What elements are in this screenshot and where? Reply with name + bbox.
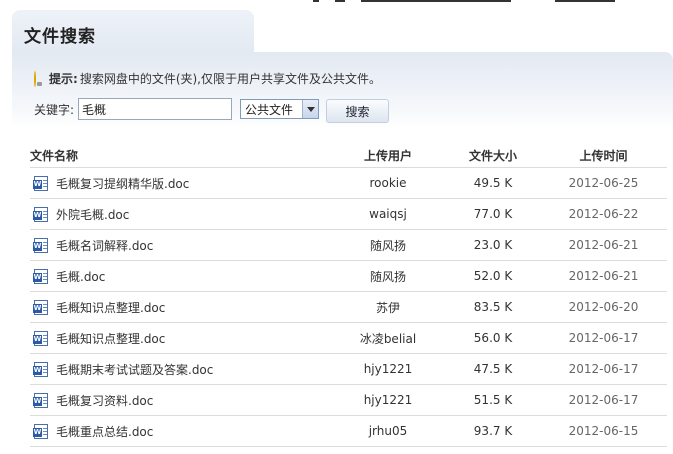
file-name-link[interactable]: 毛概知识点整理.doc: [56, 299, 165, 316]
word-doc-icon: W: [33, 392, 48, 408]
scope-select-value: 公共文件: [245, 102, 294, 117]
table-row[interactable]: W 毛概知识点整理.doc 苏伊 83.5 K 2012-06-20: [30, 292, 667, 323]
header-file-name[interactable]: 文件名称: [30, 147, 330, 164]
file-name-link[interactable]: 毛概名词解释.doc: [56, 237, 153, 254]
file-name-cell: W 毛概名词解释.doc: [30, 237, 330, 254]
upload-time-cell: 2012-06-17: [568, 393, 639, 407]
file-name-link[interactable]: 毛概.doc: [56, 268, 105, 285]
scope-select[interactable]: 公共文件: [240, 99, 320, 119]
word-doc-icon: W: [33, 299, 48, 315]
upload-time-cell: 2012-06-17: [568, 331, 639, 345]
upload-time-cell: 2012-06-17: [568, 362, 639, 376]
upload-time-cell: 2012-06-15: [568, 424, 639, 438]
tip-text: 搜索网盘中的文件(夹),仅限于用户共享文件及公共文件。: [79, 72, 381, 86]
clipped-text-fragment: [555, 0, 615, 2]
upload-time-cell: 2012-06-21: [568, 269, 639, 283]
file-name-link[interactable]: 外院毛概.doc: [56, 206, 129, 223]
table-row[interactable]: W 毛概知识点整理.doc 冰凌belial 56.0 K 2012-06-17: [30, 323, 667, 354]
search-form: 关键字: 公共文件 搜索: [34, 95, 390, 123]
file-name-cell: W 毛概知识点整理.doc: [30, 299, 330, 316]
file-size-cell: 83.5 K: [473, 300, 513, 314]
word-doc-icon: W: [33, 237, 48, 253]
uploader-cell: waiqsj: [369, 207, 407, 221]
file-name-link[interactable]: 毛概期末考试试题及答案.doc: [56, 361, 213, 378]
page-title: 文件搜索: [24, 27, 96, 47]
file-size-cell: 51.5 K: [473, 393, 513, 407]
file-size-cell: 93.7 K: [473, 424, 513, 438]
file-name-cell: W 毛概复习提纲精华版.doc: [30, 175, 330, 192]
keyword-label: 关键字:: [34, 102, 75, 117]
clipped-text-fragment: [313, 0, 319, 2]
lightbulb-icon: [34, 70, 45, 87]
uploader-cell: hjy1221: [363, 362, 413, 376]
file-name-cell: W 毛概知识点整理.doc: [30, 330, 330, 347]
word-doc-icon: W: [33, 423, 48, 439]
table-row[interactable]: W 毛概.doc 随风扬 52.0 K 2012-06-21: [30, 261, 667, 292]
upload-time-cell: 2012-06-21: [568, 238, 639, 252]
file-size-cell: 23.0 K: [473, 238, 513, 252]
chevron-down-icon[interactable]: [302, 100, 319, 118]
clipped-top-bar: [313, 0, 673, 3]
table-row[interactable]: W 毛概重点总结.doc jrhu05 93.7 K 2012-06-15: [30, 416, 667, 447]
table-row[interactable]: W 毛概复习资料.doc hjy1221 51.5 K 2012-06-17: [30, 385, 667, 416]
file-size-cell: 77.0 K: [473, 207, 513, 221]
search-button[interactable]: 搜索: [326, 99, 390, 123]
table-body: W 毛概复习提纲精华版.doc rookie 49.5 K 2012-06-25 W 外院毛…: [30, 168, 667, 447]
file-name-cell: W 毛概重点总结.doc: [30, 423, 330, 440]
header-uploader[interactable]: 上传用户: [330, 147, 446, 164]
upload-time-cell: 2012-06-20: [568, 300, 639, 314]
uploader-cell: hjy1221: [363, 393, 413, 407]
upload-time-cell: 2012-06-25: [568, 176, 639, 190]
uploader-cell: 随风扬: [369, 238, 406, 253]
word-doc-icon: W: [33, 206, 48, 222]
word-doc-icon: W: [33, 175, 48, 191]
header-file-size[interactable]: 文件大小: [446, 147, 540, 164]
clipped-text-fragment: [361, 0, 511, 2]
file-name-cell: W 外院毛概.doc: [30, 206, 330, 223]
word-doc-icon: W: [33, 268, 48, 284]
table-row[interactable]: W 毛概复习提纲精华版.doc rookie 49.5 K 2012-06-25: [30, 168, 667, 199]
uploader-cell: 随风扬: [369, 269, 406, 284]
table-header: 文件名称 上传用户 文件大小 上传时间: [30, 144, 667, 168]
file-size-cell: 47.5 K: [473, 362, 513, 376]
uploader-cell: rookie: [369, 176, 407, 190]
file-name-cell: W 毛概期末考试试题及答案.doc: [30, 361, 330, 378]
file-name-link[interactable]: 毛概复习提纲精华版.doc: [56, 175, 189, 192]
file-size-cell: 52.0 K: [473, 269, 513, 283]
file-size-cell: 56.0 K: [473, 331, 513, 345]
file-name-link[interactable]: 毛概重点总结.doc: [56, 423, 153, 440]
search-tip: 提示: 搜索网盘中的文件(夹),仅限于用户共享文件及公共文件。: [34, 70, 381, 87]
file-size-cell: 49.5 K: [473, 176, 513, 190]
word-doc-icon: W: [33, 361, 48, 377]
table-row[interactable]: W 毛概期末考试试题及答案.doc hjy1221 47.5 K 2012-06-17: [30, 354, 667, 385]
header-upload-time[interactable]: 上传时间: [540, 147, 667, 164]
file-name-link[interactable]: 毛概复习资料.doc: [56, 392, 153, 409]
upload-time-cell: 2012-06-22: [568, 207, 639, 221]
title-tab: 文件搜索: [12, 10, 254, 54]
file-name-link[interactable]: 毛概知识点整理.doc: [56, 330, 165, 347]
uploader-cell: jrhu05: [368, 424, 408, 438]
table-row[interactable]: W 毛概名词解释.doc 随风扬 23.0 K 2012-06-21: [30, 230, 667, 261]
keyword-input[interactable]: [78, 98, 233, 120]
word-doc-icon: W: [33, 330, 48, 346]
results-table: 文件名称 上传用户 文件大小 上传时间 W 毛概复习提纲精华版.doc rookie…: [30, 144, 667, 447]
table-row[interactable]: W 外院毛概.doc waiqsj 77.0 K 2012-06-22: [30, 199, 667, 230]
uploader-cell: 冰凌belial: [359, 331, 417, 346]
file-name-cell: W 毛概.doc: [30, 268, 330, 285]
clipped-text-fragment: [335, 0, 345, 2]
file-name-cell: W 毛概复习资料.doc: [30, 392, 330, 409]
uploader-cell: 苏伊: [375, 300, 400, 315]
tip-label: 提示:: [49, 72, 78, 86]
